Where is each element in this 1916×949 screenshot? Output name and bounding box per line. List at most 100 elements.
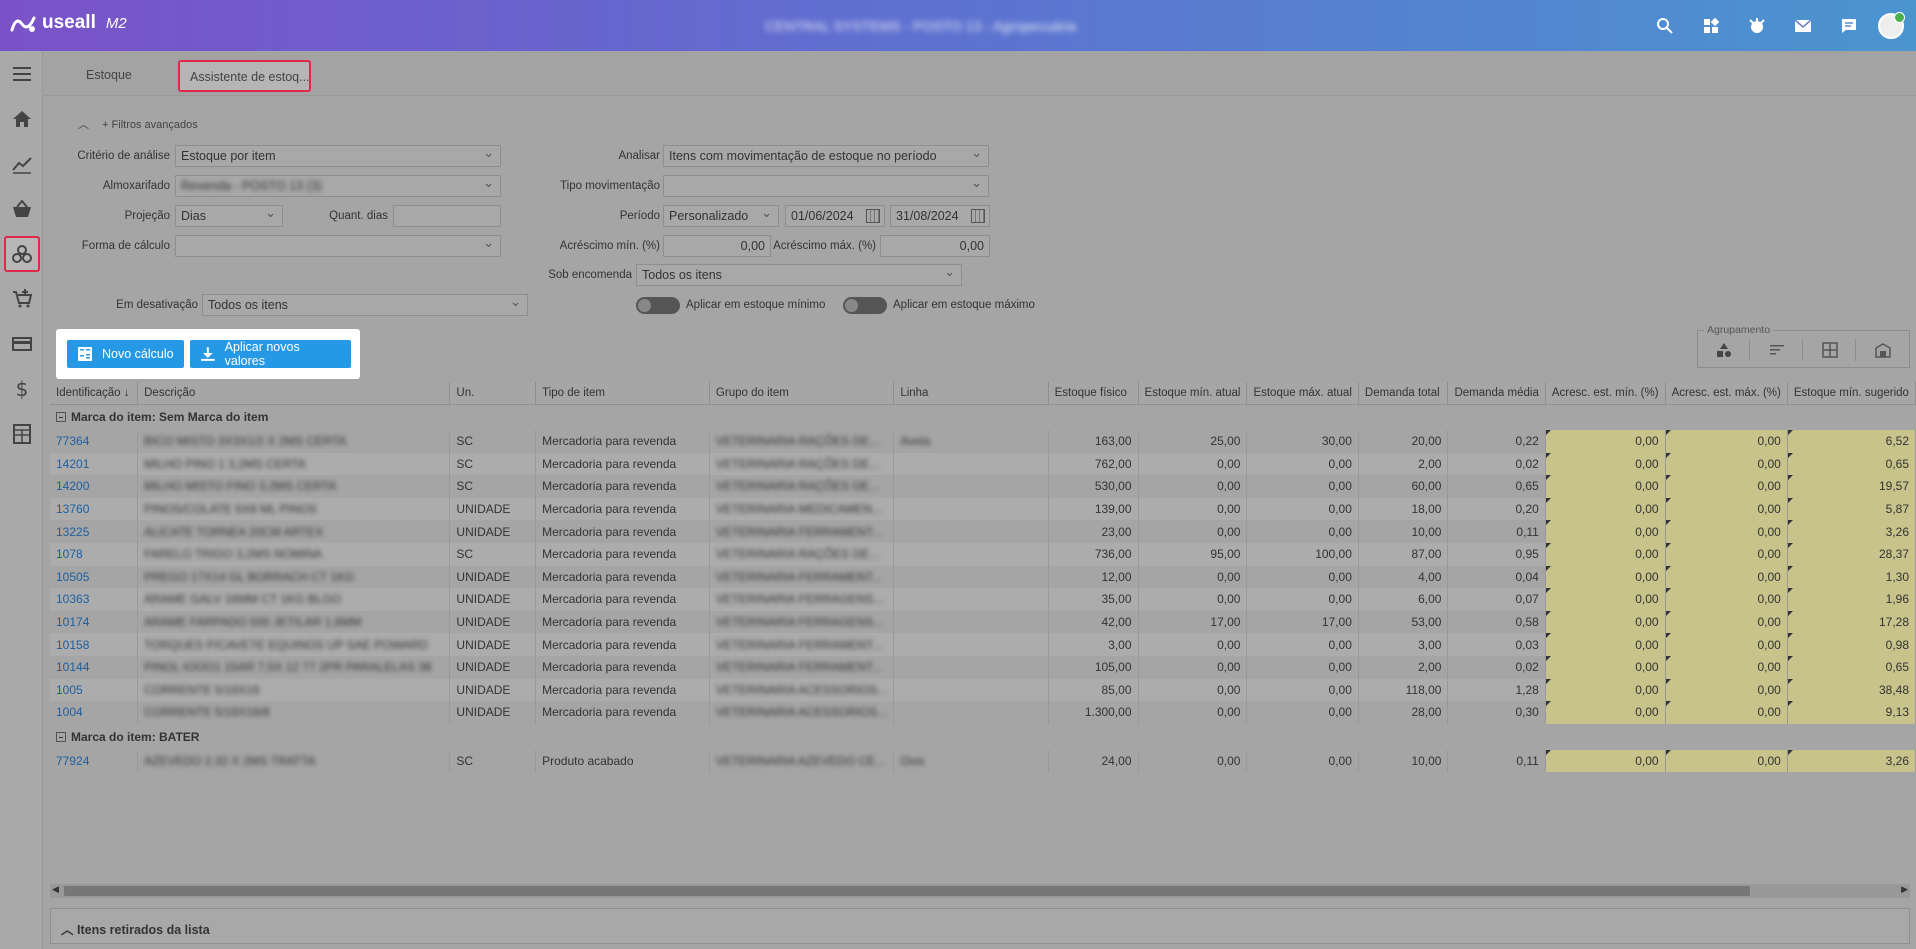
table-cell[interactable]: 0,00 [1545,588,1666,611]
aplicar-max-toggle[interactable] [843,297,887,314]
chart-icon[interactable] [4,146,40,182]
almox-select[interactable]: Revenda - POSTO 13 (3) [175,175,501,197]
scroll-right-icon[interactable]: ▶ [1901,884,1908,895]
column-header[interactable]: Tipo de item [535,382,710,405]
data-inicio-input[interactable]: 01/06/2024 [785,205,885,227]
table-cell[interactable]: 1,96 [1787,588,1916,611]
sort-icon[interactable] [1751,339,1803,361]
cart-add-icon[interactable] [4,281,40,317]
table-row[interactable]: 14201 MILHO PINO 1 3,2MS CERTA SC Mercadori… [50,452,1916,476]
table-cell[interactable]: 0,00 [1545,565,1666,589]
table-cell[interactable]: 0,00 [1665,678,1788,702]
scroll-left-icon[interactable]: ◀ [52,884,59,895]
table-cell[interactable]: 19,57 [1787,475,1916,498]
criterio-select[interactable]: Estoque por item [175,145,501,167]
table-cell[interactable]: 0,00 [1545,678,1666,702]
table-cell[interactable]: 6,52 [1787,430,1916,453]
user-avatar[interactable] [1878,11,1905,39]
table-cell[interactable]: 10505 [50,565,139,589]
group-row[interactable]: Marca do item: BATER [50,723,1916,750]
table-cell[interactable]: 0,00 [1665,633,1788,656]
alarm-icon[interactable] [1734,17,1780,35]
table-cell[interactable]: 9,13 [1787,701,1916,724]
table-cell[interactable]: 0,00 [1545,452,1666,476]
table-cell[interactable]: 1004 [50,701,139,724]
table-cell[interactable]: 10174 [50,610,139,634]
quant-dias-input[interactable] [393,205,501,227]
card-icon[interactable] [4,326,40,362]
table-cell[interactable]: 0,00 [1665,588,1788,611]
table-cell[interactable]: 5,87 [1787,497,1916,521]
column-header[interactable]: Acresc. est. máx. (%) [1665,382,1788,405]
table-cell[interactable]: 0,00 [1665,452,1788,476]
calculator-icon[interactable] [4,416,40,452]
table-cell[interactable]: 0,00 [1665,542,1788,566]
tab-assistente-estoque[interactable]: Assistente de estoq... [178,60,311,92]
horizontal-scrollbar[interactable]: ◀ ▶ [50,884,1910,898]
analisar-select[interactable]: Itens com movimentação de estoque no per… [663,145,989,167]
table-cell[interactable]: 0,65 [1787,452,1916,476]
table-row[interactable]: 13225 ALICATE TORNEA 20CM ARTEX UNIDADE Mer… [50,520,1916,543]
column-header[interactable]: Acresc. est. mín. (%) [1545,382,1666,405]
table-cell[interactable]: 3,26 [1787,749,1916,773]
table-cell[interactable]: 0,00 [1665,655,1788,679]
table-row[interactable]: 10505 PREGO 17X14 GL BORRACH CT 1KG UNIDAD… [50,565,1916,589]
periodo-select[interactable]: Personalizado [663,205,779,227]
table-cell[interactable]: 0,00 [1545,749,1666,773]
table-row[interactable]: 13760 PINOS/COLATE 5X8 ML PINOS UNIDADE Mer… [50,497,1916,521]
table-cell[interactable]: 10144 [50,655,139,679]
table-cell[interactable]: 0,00 [1545,475,1666,498]
table-cell[interactable]: 14201 [50,452,139,476]
warehouse-icon[interactable] [1857,339,1909,361]
table-cell[interactable]: 1,30 [1787,565,1916,589]
table-cell[interactable]: 13760 [50,497,139,521]
tipo-mov-select[interactable] [663,175,989,197]
table-cell[interactable]: 0,00 [1545,610,1666,634]
grid-icon[interactable] [1804,339,1856,361]
scrollbar-thumb[interactable] [64,886,1750,896]
projecao-select[interactable]: Dias [175,205,283,227]
table-row[interactable]: 10158 TORQUES P/CAVETE EQUINOS UP SAE POW… [50,633,1916,656]
table-cell[interactable]: 14200 [50,475,139,498]
table-cell[interactable]: 0,00 [1665,497,1788,521]
table-cell[interactable]: 0,00 [1545,701,1666,724]
table-cell[interactable]: 0,00 [1545,430,1666,453]
table-cell[interactable]: 0,00 [1665,520,1788,543]
table-row[interactable]: 1005 CORRENTE 5/16X16 UNIDADE Mercadoria pa… [50,678,1916,702]
table-cell[interactable]: 0,00 [1545,633,1666,656]
column-header[interactable]: Identificação ↓ [50,382,139,405]
table-cell[interactable]: 0,00 [1665,565,1788,589]
search-icon[interactable] [1642,17,1688,35]
table-cell[interactable]: 38,48 [1787,678,1916,702]
table-cell[interactable]: 0,98 [1787,633,1916,656]
table-cell[interactable]: 0,00 [1545,542,1666,566]
forma-calculo-select[interactable] [175,235,501,257]
column-header[interactable]: Un. [449,382,537,405]
column-header[interactable]: Grupo do item [709,382,895,405]
table-cell[interactable]: 0,00 [1665,475,1788,498]
table-row[interactable]: 14200 MILHO MISTO FINO 3,2MS CERTA SC Merca… [50,475,1916,498]
column-header[interactable]: Estoque mín. atual [1138,382,1248,405]
stock-boxes-icon[interactable] [4,236,40,272]
table-cell[interactable]: 10158 [50,633,139,656]
table-cell[interactable]: 0,00 [1545,520,1666,543]
column-header[interactable]: Descrição [137,382,451,405]
aplicar-min-toggle[interactable] [636,297,680,314]
table-row[interactable]: 1004 CORRENTE 5/16X16/8 UNIDADE Mercadoria … [50,701,1916,724]
novo-calculo-button[interactable]: Novo cálculo [67,340,184,368]
dollar-icon[interactable]: $ [4,371,40,407]
home-icon[interactable] [4,101,40,137]
table-cell[interactable]: 1005 [50,678,139,702]
table-cell[interactable]: 0,00 [1665,701,1788,724]
column-header[interactable]: Estoque máx. atual [1246,382,1359,405]
column-header[interactable]: Linha [893,382,1049,405]
table-cell[interactable]: 77364 [50,430,139,453]
column-header[interactable]: Demanda total [1358,382,1449,405]
collapse-icon[interactable] [56,731,66,742]
table-cell[interactable]: 0,65 [1787,655,1916,679]
table-row[interactable]: 1078 FARELO TRIGO 3,2MS NOMINA SC Mercadori… [50,542,1916,566]
widgets-icon[interactable] [1688,17,1734,35]
table-row[interactable]: 10363 ARAME GALV 16MM CT 1KG BLGO UNIDADE M… [50,588,1916,611]
table-cell[interactable]: 0,00 [1545,655,1666,679]
table-cell[interactable]: 0,00 [1665,610,1788,634]
